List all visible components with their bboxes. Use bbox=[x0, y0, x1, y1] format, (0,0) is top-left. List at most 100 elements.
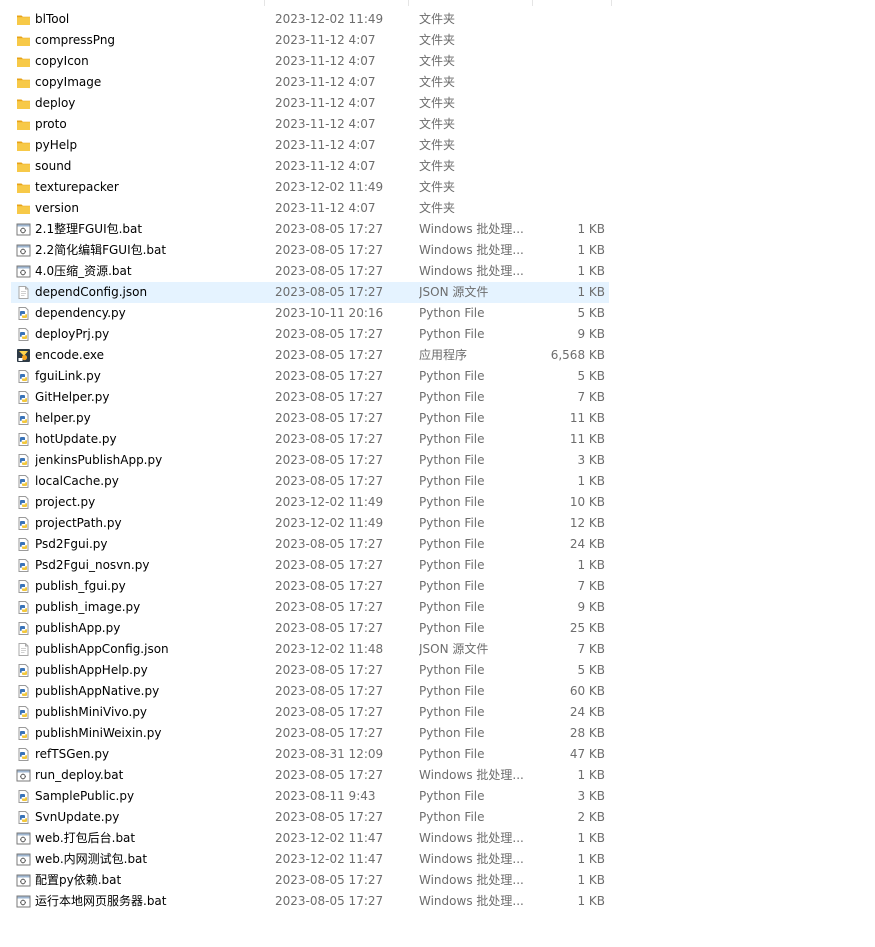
file-size: 3 KB bbox=[577, 453, 605, 467]
file-size: 1 KB bbox=[577, 243, 605, 257]
file-type: Windows 批处理... bbox=[419, 873, 524, 887]
file-modified-date: 2023-11-12 4:07 bbox=[275, 201, 376, 215]
file-row[interactable]: dependency.py 2023-10-11 20:16 Python Fi… bbox=[11, 303, 609, 324]
file-name: texturepacker bbox=[35, 180, 119, 194]
file-row[interactable]: jenkinsPublishApp.py 2023-08-05 17:27 Py… bbox=[11, 450, 609, 471]
file-size bbox=[527, 135, 605, 156]
file-row[interactable]: publish_fgui.py 2023-08-05 17:27 Python … bbox=[11, 576, 609, 597]
file-name: web.打包后台.bat bbox=[35, 831, 136, 845]
file-row[interactable]: publishAppNative.py 2023-08-05 17:27 Pyt… bbox=[11, 681, 609, 702]
file-row[interactable]: refTSGen.py 2023-08-31 12:09 Python File… bbox=[11, 744, 609, 765]
python-file-icon bbox=[16, 579, 31, 594]
file-row[interactable]: publishMiniWeixin.py 2023-08-05 17:27 Py… bbox=[11, 723, 609, 744]
executable-icon bbox=[16, 348, 31, 363]
file-type: Python File bbox=[419, 495, 485, 509]
file-name: publishAppConfig.json bbox=[35, 642, 169, 656]
file-type: Python File bbox=[419, 390, 485, 404]
file-type: 文件夹 bbox=[419, 96, 456, 110]
file-row[interactable]: copyImage 2023-11-12 4:07 文件夹 bbox=[11, 72, 609, 93]
file-row[interactable]: 2.1整理FGUI包.bat 2023-08-05 17:27 Windows … bbox=[11, 219, 609, 240]
file-size: 7 KB bbox=[577, 579, 605, 593]
file-row[interactable]: 运行本地网页服务器.bat 2023-08-05 17:27 Windows 批… bbox=[11, 891, 609, 912]
file-row[interactable]: hotUpdate.py 2023-08-05 17:27 Python Fil… bbox=[11, 429, 609, 450]
file-name: jenkinsPublishApp.py bbox=[35, 453, 163, 467]
file-type: 文件夹 bbox=[419, 180, 456, 194]
file-name: publish_image.py bbox=[35, 600, 141, 614]
file-name: copyImage bbox=[35, 75, 102, 89]
file-row[interactable]: copyIcon 2023-11-12 4:07 文件夹 bbox=[11, 51, 609, 72]
file-row[interactable]: fguiLink.py 2023-08-05 17:27 Python File… bbox=[11, 366, 609, 387]
file-row[interactable]: projectPath.py 2023-12-02 11:49 Python F… bbox=[11, 513, 609, 534]
file-size: 1 KB bbox=[577, 264, 605, 278]
file-row[interactable]: SvnUpdate.py 2023-08-05 17:27 Python Fil… bbox=[11, 807, 609, 828]
file-row[interactable]: SamplePublic.py 2023-08-11 9:43 Python F… bbox=[11, 786, 609, 807]
file-row[interactable]: publish_image.py 2023-08-05 17:27 Python… bbox=[11, 597, 609, 618]
file-row[interactable]: publishMiniVivo.py 2023-08-05 17:27 Pyth… bbox=[11, 702, 609, 723]
file-row[interactable]: deploy 2023-11-12 4:07 文件夹 bbox=[11, 93, 609, 114]
file-name: refTSGen.py bbox=[35, 747, 110, 761]
file-row[interactable]: helper.py 2023-08-05 17:27 Python File 1… bbox=[11, 408, 609, 429]
file-row[interactable]: 配置py依赖.bat 2023-08-05 17:27 Windows 批处理.… bbox=[11, 870, 609, 891]
column-divider[interactable] bbox=[408, 0, 409, 6]
file-modified-date: 2023-11-12 4:07 bbox=[275, 54, 376, 68]
file-modified-date: 2023-08-05 17:27 bbox=[275, 327, 384, 341]
file-row[interactable]: publishAppConfig.json 2023-12-02 11:48 J… bbox=[11, 639, 609, 660]
file-row[interactable]: sound 2023-11-12 4:07 文件夹 bbox=[11, 156, 609, 177]
file-modified-date: 2023-11-12 4:07 bbox=[275, 159, 376, 173]
file-type: 文件夹 bbox=[419, 117, 456, 131]
file-type: Python File bbox=[419, 327, 485, 341]
file-type: Python File bbox=[419, 453, 485, 467]
file-row[interactable]: texturepacker 2023-12-02 11:49 文件夹 bbox=[11, 177, 609, 198]
file-row[interactable]: localCache.py 2023-08-05 17:27 Python Fi… bbox=[11, 471, 609, 492]
file-name: sound bbox=[35, 159, 72, 173]
file-name: project.py bbox=[35, 495, 96, 509]
folder-icon bbox=[16, 96, 31, 111]
file-row[interactable]: version 2023-11-12 4:07 文件夹 bbox=[11, 198, 609, 219]
file-modified-date: 2023-08-05 17:27 bbox=[275, 285, 384, 299]
file-size: 6,568 KB bbox=[550, 348, 605, 362]
file-name: hotUpdate.py bbox=[35, 432, 117, 446]
file-name: dependency.py bbox=[35, 306, 126, 320]
file-row[interactable]: Psd2Fgui_nosvn.py 2023-08-05 17:27 Pytho… bbox=[11, 555, 609, 576]
file-row[interactable]: web.内网测试包.bat 2023-12-02 11:47 Windows 批… bbox=[11, 849, 609, 870]
file-name: publishApp.py bbox=[35, 621, 121, 635]
python-file-icon bbox=[16, 516, 31, 531]
column-divider[interactable] bbox=[532, 0, 533, 6]
file-row[interactable]: deployPrj.py 2023-08-05 17:27 Python Fil… bbox=[11, 324, 609, 345]
file-row[interactable]: 2.2简化编辑FGUI包.bat 2023-08-05 17:27 Window… bbox=[11, 240, 609, 261]
file-modified-date: 2023-11-12 4:07 bbox=[275, 117, 376, 131]
file-row[interactable]: 4.0压缩_资源.bat 2023-08-05 17:27 Windows 批处… bbox=[11, 261, 609, 282]
file-name: pyHelp bbox=[35, 138, 78, 152]
file-type: Python File bbox=[419, 558, 485, 572]
file-row[interactable]: proto 2023-11-12 4:07 文件夹 bbox=[11, 114, 609, 135]
file-row[interactable]: Psd2Fgui.py 2023-08-05 17:27 Python File… bbox=[11, 534, 609, 555]
column-divider[interactable] bbox=[264, 0, 265, 6]
file-modified-date: 2023-08-05 17:27 bbox=[275, 684, 384, 698]
file-size: 1 KB bbox=[577, 222, 605, 236]
file-name: blTool bbox=[35, 12, 70, 26]
file-row[interactable]: blTool 2023-12-02 11:49 文件夹 bbox=[11, 9, 609, 30]
python-file-icon bbox=[16, 327, 31, 342]
file-row[interactable]: publishApp.py 2023-08-05 17:27 Python Fi… bbox=[11, 618, 609, 639]
file-row[interactable]: run_deploy.bat 2023-08-05 17:27 Windows … bbox=[11, 765, 609, 786]
file-row[interactable]: GitHelper.py 2023-08-05 17:27 Python Fil… bbox=[11, 387, 609, 408]
file-modified-date: 2023-12-02 11:47 bbox=[275, 852, 384, 866]
file-type: 文件夹 bbox=[419, 33, 456, 47]
file-size bbox=[527, 156, 605, 177]
column-divider[interactable] bbox=[611, 0, 612, 6]
file-modified-date: 2023-08-05 17:27 bbox=[275, 663, 384, 677]
file-modified-date: 2023-08-05 17:27 bbox=[275, 894, 384, 908]
file-row[interactable]: dependConfig.json 2023-08-05 17:27 JSON … bbox=[11, 282, 609, 303]
file-size: 9 KB bbox=[577, 327, 605, 341]
folder-icon bbox=[16, 117, 31, 132]
python-file-icon bbox=[16, 600, 31, 615]
file-row[interactable]: web.打包后台.bat 2023-12-02 11:47 Windows 批处… bbox=[11, 828, 609, 849]
file-row[interactable]: encode.exe 2023-08-05 17:27 应用程序 6,568 K… bbox=[11, 345, 609, 366]
file-row[interactable]: compressPng 2023-11-12 4:07 文件夹 bbox=[11, 30, 609, 51]
file-row[interactable]: project.py 2023-12-02 11:49 Python File … bbox=[11, 492, 609, 513]
file-type: Windows 批处理... bbox=[419, 264, 524, 278]
file-size bbox=[527, 93, 605, 114]
file-type: Windows 批处理... bbox=[419, 831, 524, 845]
file-row[interactable]: pyHelp 2023-11-12 4:07 文件夹 bbox=[11, 135, 609, 156]
file-row[interactable]: publishAppHelp.py 2023-08-05 17:27 Pytho… bbox=[11, 660, 609, 681]
